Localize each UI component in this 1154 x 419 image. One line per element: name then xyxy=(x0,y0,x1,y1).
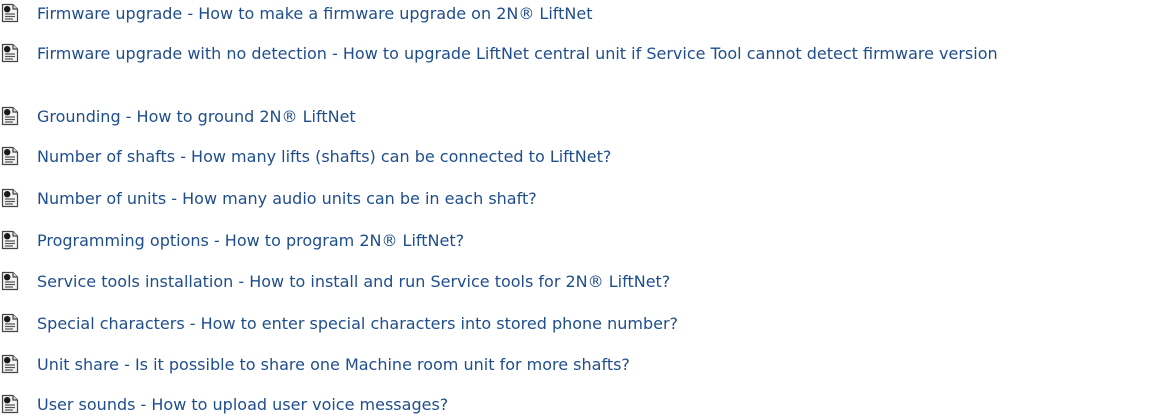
article-link[interactable]: Number of shafts - How many lifts (shaft… xyxy=(37,146,611,167)
list-item: Number of units - How many audio units c… xyxy=(0,188,1154,209)
document-icon xyxy=(1,271,19,291)
article-link[interactable]: User sounds - How to upload user voice m… xyxy=(37,394,448,415)
list-item: Grounding - How to ground 2N® LiftNet xyxy=(0,106,1154,127)
list-item: Programming options - How to program 2N®… xyxy=(0,230,1154,251)
article-link[interactable]: Number of units - How many audio units c… xyxy=(37,188,537,209)
document-icon xyxy=(1,3,19,23)
document-icon xyxy=(1,106,19,126)
article-link[interactable]: Service tools installation - How to inst… xyxy=(37,271,670,292)
document-icon xyxy=(1,230,19,250)
list-item: Firmware upgrade with no detection - How… xyxy=(0,43,1154,64)
document-icon xyxy=(1,394,19,414)
list-item: Unit share - Is it possible to share one… xyxy=(0,354,1154,375)
article-link[interactable]: Unit share - Is it possible to share one… xyxy=(37,354,630,375)
list-item: Special characters - How to enter specia… xyxy=(0,313,1154,334)
article-link[interactable]: Firmware upgrade with no detection - How… xyxy=(37,43,998,64)
document-icon xyxy=(1,188,19,208)
list-item: User sounds - How to upload user voice m… xyxy=(0,394,1154,415)
document-icon xyxy=(1,313,19,333)
article-link[interactable]: Grounding - How to ground 2N® LiftNet xyxy=(37,106,356,127)
list-item: Firmware upgrade - How to make a firmwar… xyxy=(0,3,1154,24)
list-item: Service tools installation - How to inst… xyxy=(0,271,1154,292)
article-link[interactable]: Programming options - How to program 2N®… xyxy=(37,230,464,251)
article-link[interactable]: Special characters - How to enter specia… xyxy=(37,313,678,334)
document-icon xyxy=(1,354,19,374)
document-icon xyxy=(1,146,19,166)
list-item: Number of shafts - How many lifts (shaft… xyxy=(0,146,1154,167)
document-icon xyxy=(1,43,19,63)
article-link[interactable]: Firmware upgrade - How to make a firmwar… xyxy=(37,3,593,24)
